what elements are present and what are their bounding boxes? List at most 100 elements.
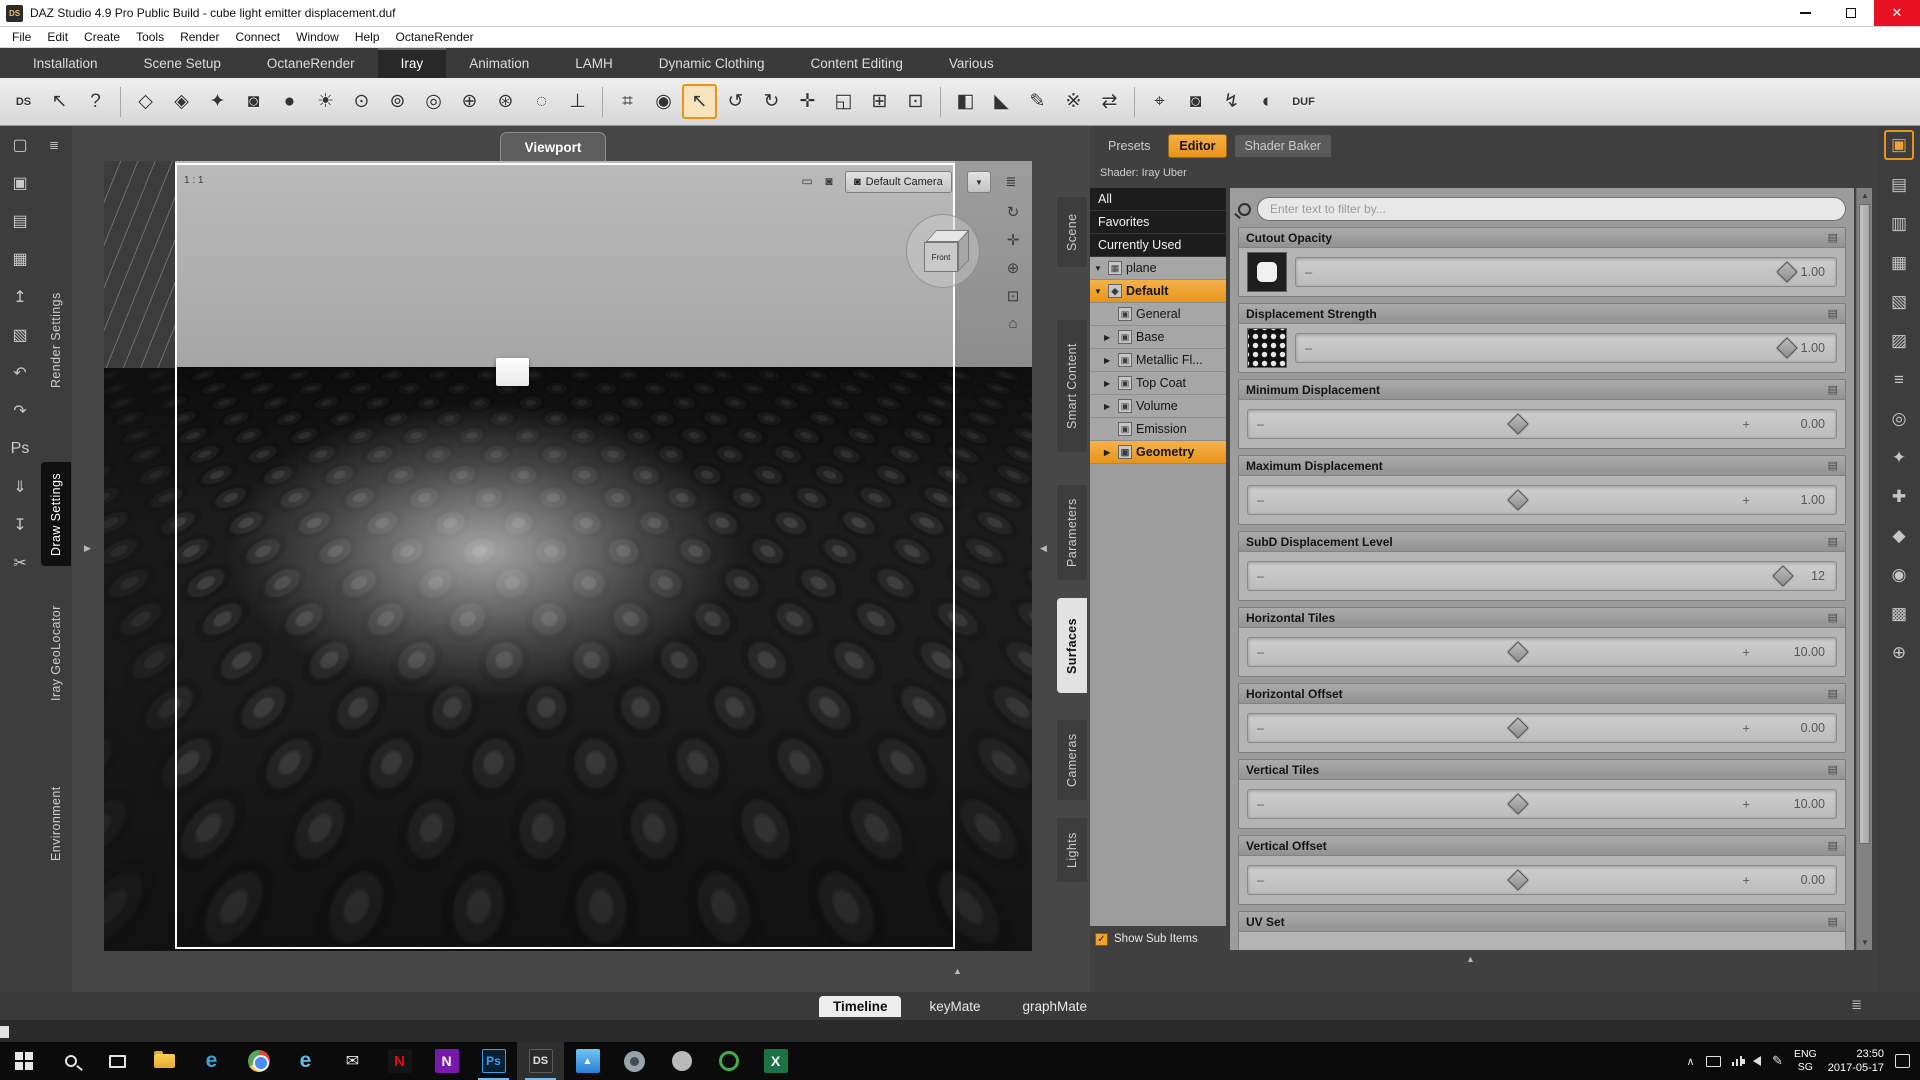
parameter-slider[interactable]: 1.00 [1295,257,1837,287]
measure-icon[interactable]: ⊥ [560,84,595,119]
tab-iray-geolocator[interactable]: Iray GeoLocator [41,588,71,718]
duf-save-icon[interactable]: DUF [1286,84,1321,119]
tab-editor[interactable]: Editor [1168,134,1226,158]
grid-snap-icon[interactable]: ⌗ [610,84,645,119]
slider-minus-icon[interactable] [1257,417,1264,432]
tree-item-volume[interactable]: ▶ ▣ Volume [1090,395,1226,418]
slider-minus-icon[interactable] [1257,721,1264,736]
new-spotlight-icon[interactable]: ⊙ [344,84,379,119]
menu-window[interactable]: Window [288,30,347,44]
tree-expand-icon[interactable]: ▶ [1104,448,1114,457]
slider-plus-icon[interactable] [1742,493,1750,508]
tab-octanerender[interactable]: OctaneRender [244,48,378,78]
new-point-light-icon[interactable]: ⊚ [380,84,415,119]
hidden-icons-chevron[interactable]: ∧ [1686,1055,1694,1068]
tab-installation[interactable]: Installation [10,48,121,78]
iray-preview-icon[interactable]: ◐ [1250,84,1285,119]
new-light-icon[interactable]: ☀ [308,84,343,119]
bottom-pane-grip[interactable]: ▲ [953,966,962,976]
slider-plus-icon[interactable] [1742,645,1750,660]
task-view-button[interactable] [94,1042,141,1080]
menu-connect[interactable]: Connect [227,30,288,44]
parameter-title-bar[interactable]: Vertical Tiles [1239,760,1845,780]
tree-item-default[interactable]: ▼ ◆ Default [1090,280,1226,303]
display-tray-icon[interactable] [1706,1056,1721,1067]
parameter-menu-icon[interactable] [1828,383,1838,396]
open-file-icon[interactable]: ▣ [0,164,40,202]
viewport-options-icon[interactable] [1000,171,1022,193]
new-sphere-icon[interactable]: ● [272,84,307,119]
parameter-slider[interactable]: 0.00 [1247,713,1837,743]
tree-item-top-coat[interactable]: ▶ ▣ Top Coat [1090,372,1226,395]
tree-item-geometry[interactable]: ▶ ▣ Geometry [1090,441,1226,464]
slider-handle[interactable] [1508,641,1529,662]
tab-dynamic-clothing[interactable]: Dynamic Clothing [636,48,788,78]
slider-plus-icon[interactable] [1742,721,1750,736]
slider-handle[interactable] [1508,869,1529,890]
menu-file[interactable]: File [4,30,39,44]
snip-tool-icon[interactable]: ✂ [0,544,40,582]
reset-view-icon[interactable]: ⌂ [1002,313,1024,334]
tab-timeline[interactable]: Timeline [819,996,902,1017]
tree-expand-icon[interactable]: ▶ [1104,379,1114,388]
tab-iray[interactable]: Iray [378,48,447,78]
spot-render-icon[interactable]: ⌖ [1142,84,1177,119]
camera-view-icon[interactable]: ◙ [820,173,838,189]
parameter-title-bar[interactable]: SubD Displacement Level [1239,532,1845,552]
onenote-button[interactable]: N [423,1042,470,1080]
parameters-scrollbar[interactable]: ▲ ▼ [1856,188,1872,950]
tree-expand-icon[interactable]: ▶ [1104,333,1114,342]
parameter-slider[interactable]: 1.00 [1247,485,1837,515]
parameter-menu-icon[interactable] [1828,307,1838,320]
clock-app-button[interactable] [705,1042,752,1080]
params-pane-grip[interactable]: ▲ [1466,954,1475,964]
orbit-ball-icon[interactable]: ◉ [646,84,681,119]
slider-minus-icon[interactable] [1257,873,1264,888]
parameter-menu-icon[interactable] [1828,535,1838,548]
viewport-pane-tab[interactable]: Viewport [500,132,606,161]
pan-tool-icon[interactable]: ✛ [1002,229,1024,250]
context-help-icon[interactable]: ↖ [42,84,77,119]
import-icon[interactable]: ⇓ [0,468,40,506]
photoshop-bridge-icon[interactable]: Ps [0,430,40,468]
action-center-icon[interactable] [1895,1054,1910,1068]
universal-tool-icon[interactable]: ⊞ [862,84,897,119]
tree-expand-icon[interactable]: ▼ [1094,287,1104,296]
menu-help[interactable]: Help [347,30,388,44]
tab-scene[interactable]: Scene [1057,197,1087,267]
tree-item-base[interactable]: ▶ ▣ Base [1090,326,1226,349]
tree-expand-icon[interactable]: ▶ [1104,356,1114,365]
help-icon[interactable]: ? [78,84,113,119]
parameter-slider[interactable]: 0.00 [1247,865,1837,895]
taskbar-search-button[interactable] [47,1042,94,1080]
slider-minus-icon[interactable] [1257,797,1264,812]
menu-octanerender[interactable]: OctaneRender [388,30,482,44]
daz-studio-button[interactable]: DS [517,1042,564,1080]
viewport-3d-view[interactable]: 1 : 1 ▭ ◙ ◙ Default Camera ▼ ↻ ✛ ⊕ ⊡ ⌂ F… [104,161,1032,951]
orbit-tool-icon[interactable]: ↻ [1002,201,1024,222]
parameter-value[interactable]: 1.00 [1801,265,1825,279]
layout-window-2-icon[interactable]: ▥ [1878,204,1920,243]
separator[interactable] [1134,87,1135,117]
axes-alt-icon[interactable]: ⊛ [488,84,523,119]
pen-tray-icon[interactable]: ✎ [1772,1053,1783,1069]
undo-icon[interactable]: ↶ [0,354,40,392]
rotate-ccw-tool-icon[interactable]: ↺ [718,84,753,119]
active-pane-icon[interactable]: ▣ [1884,130,1914,160]
parameter-slider[interactable]: 1.00 [1295,333,1837,363]
tab-various[interactable]: Various [926,48,1017,78]
separator[interactable] [120,87,121,117]
new-camera-icon[interactable]: ◙ [236,84,271,119]
save-icon[interactable]: ▦ [0,240,40,278]
translate-tool-icon[interactable]: ✛ [790,84,825,119]
slider-minus-icon[interactable] [1257,569,1264,584]
menu-create[interactable]: Create [76,30,128,44]
tab-keymate[interactable]: keyMate [915,996,994,1017]
filter-currently-used[interactable]: Currently Used [1090,234,1226,257]
right-pane-grip[interactable]: ◀ [1040,543,1047,554]
tab-render-settings[interactable]: Render Settings [41,282,71,398]
tab-smart-content[interactable]: Smart Content [1057,320,1087,452]
maximize-button[interactable] [1828,0,1874,26]
transfer-utility-icon[interactable]: ⇄ [1092,84,1127,119]
tab-lights[interactable]: Lights [1057,818,1087,882]
